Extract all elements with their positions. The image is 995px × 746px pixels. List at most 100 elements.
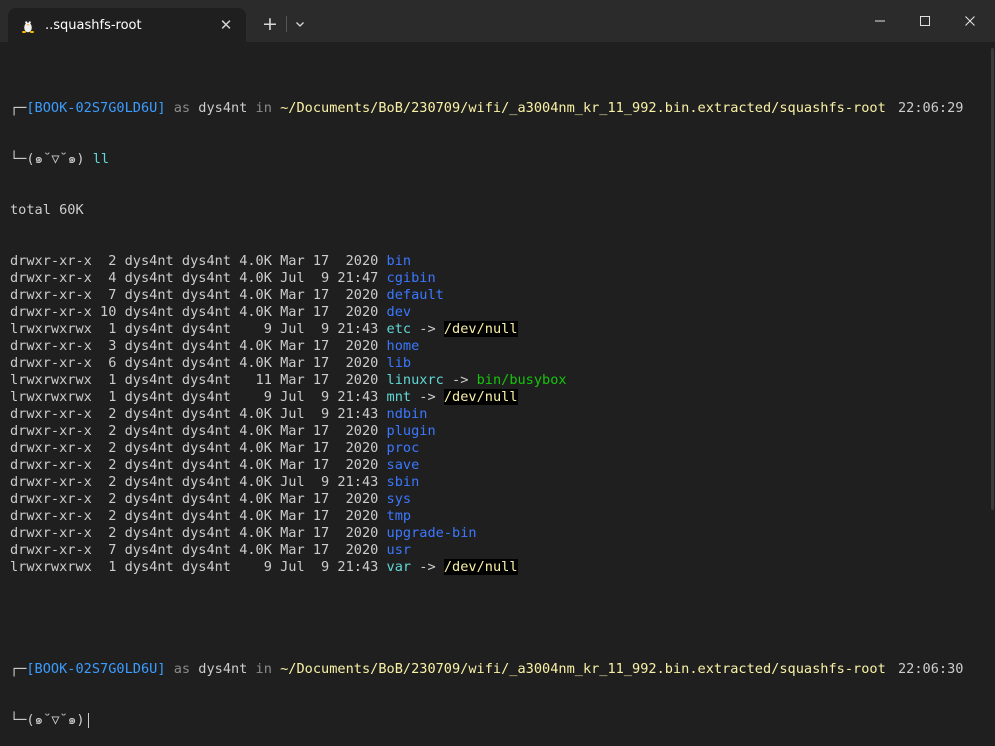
ls-size: 9: [239, 321, 272, 337]
ls-links: 2: [100, 440, 117, 456]
ls-group: dys4nt: [181, 372, 231, 388]
ls-perm: drwxr-xr-x: [10, 542, 92, 558]
ls-date: Jul 9 21:43: [280, 474, 379, 490]
ls-row: drwxr-xr-x 2 dys4nt dys4nt 4.0K Mar 17 2…: [10, 253, 995, 270]
ls-owner: dys4nt: [124, 270, 174, 286]
ls-perm: drwxr-xr-x: [10, 270, 92, 286]
ls-row: drwxr-xr-x 2 dys4nt dys4nt 4.0K Mar 17 2…: [10, 491, 995, 508]
ls-owner: dys4nt: [124, 474, 174, 490]
ls-size: 4.0K: [239, 457, 272, 473]
ls-date: Mar 17 2020: [280, 508, 379, 524]
ls-name: bin: [386, 253, 412, 269]
ls-name: default: [386, 287, 444, 303]
ls-name: mnt: [386, 389, 412, 405]
terminal-tab[interactable]: ..squashfs-root ✕: [8, 8, 246, 42]
text-cursor: [87, 712, 89, 728]
ls-name: cgibin: [386, 270, 436, 286]
prompt-command: ll: [92, 151, 110, 167]
ls-name: dev: [386, 304, 412, 320]
ls-name: home: [386, 338, 420, 354]
ls-size: 4.0K: [239, 525, 272, 541]
tab-dropdown-button[interactable]: [289, 12, 311, 36]
close-window-button[interactable]: [947, 0, 993, 42]
ls-owner: dys4nt: [124, 542, 174, 558]
ls-size: 9: [239, 389, 272, 405]
ls-size: 4.0K: [239, 406, 272, 422]
ls-name: plugin: [386, 423, 436, 439]
prompt-as: as: [165, 661, 199, 677]
scrollbar[interactable]: [991, 48, 994, 510]
ls-date: Jul 9 21:43: [280, 389, 379, 405]
prompt-host: [BOOK-02S7G0LD6U]: [26, 100, 166, 116]
ls-size: 4.0K: [239, 440, 272, 456]
ls-links: 2: [100, 474, 117, 490]
ls-owner: dys4nt: [124, 440, 174, 456]
ls-group: dys4nt: [181, 287, 231, 303]
ls-owner: dys4nt: [124, 355, 174, 371]
total-line: total 60K: [10, 202, 84, 218]
ls-date: Mar 17 2020: [280, 440, 379, 456]
ls-group: dys4nt: [181, 508, 231, 524]
ls-row: drwxr-xr-x 2 dys4nt dys4nt 4.0K Mar 17 2…: [10, 423, 995, 440]
ls-perm: drwxr-xr-x: [10, 253, 92, 269]
minimize-button[interactable]: [857, 0, 903, 42]
ls-date: Jul 9 21:43: [280, 321, 379, 337]
ls-date: Jul 9 21:47: [280, 270, 379, 286]
maximize-button[interactable]: [902, 0, 948, 42]
ls-owner: dys4nt: [124, 253, 174, 269]
ls-links: 1: [100, 389, 117, 405]
ls-row: drwxr-xr-x 2 dys4nt dys4nt 4.0K Mar 17 2…: [10, 508, 995, 525]
ls-links: 1: [100, 372, 117, 388]
prompt-in: in: [247, 100, 281, 116]
ls-links: 10: [100, 304, 117, 320]
ls-links: 1: [100, 321, 117, 337]
ls-group: dys4nt: [181, 423, 231, 439]
prompt-input-line: └─(๑˘▽˘๑) ll: [10, 151, 995, 168]
prompt-corner: └─: [10, 151, 27, 167]
ls-name: proc: [386, 440, 420, 456]
prompt-path: ~/Documents/BoB/230709/wifi/_a3004nm_kr_…: [280, 100, 886, 116]
ls-group: dys4nt: [181, 525, 231, 541]
ls-size: 4.0K: [239, 423, 272, 439]
ls-perm: lrwxrwxrwx: [10, 559, 92, 575]
prompt-corner: ┌─: [10, 100, 27, 116]
ls-perm: drwxr-xr-x: [10, 508, 92, 524]
ls-row: drwxr-xr-x 4 dys4nt dys4nt 4.0K Jul 9 21…: [10, 270, 995, 287]
ls-row: lrwxrwxrwx 1 dys4nt dys4nt 9 Jul 9 21:43…: [10, 321, 518, 337]
tab-close-icon[interactable]: ✕: [216, 15, 236, 35]
ls-row: drwxr-xr-x 7 dys4nt dys4nt 4.0K Mar 17 2…: [10, 287, 995, 304]
ls-owner: dys4nt: [124, 372, 174, 388]
ls-date: Mar 17 2020: [280, 355, 379, 371]
ls-link-target: /dev/null: [443, 321, 518, 337]
ls-perm: drwxr-xr-x: [10, 423, 92, 439]
ls-size: 4.0K: [239, 491, 272, 507]
penguin-icon: [19, 16, 37, 34]
ls-date: Mar 17 2020: [280, 304, 379, 320]
ls-row: drwxr-xr-x 2 dys4nt dys4nt 4.0K Mar 17 2…: [10, 457, 995, 474]
ls-date: Mar 17 2020: [280, 253, 379, 269]
ls-perm: drwxr-xr-x: [10, 355, 92, 371]
ls-date: Jul 9 21:43: [280, 559, 379, 575]
ls-perm: drwxr-xr-x: [10, 474, 92, 490]
ls-row: drwxr-xr-x 7 dys4nt dys4nt 4.0K Mar 17 2…: [10, 542, 995, 559]
ls-owner: dys4nt: [124, 508, 174, 524]
ls-size: 4.0K: [239, 287, 272, 303]
ls-row: drwxr-xr-x 2 dys4nt dys4nt 4.0K Mar 17 2…: [10, 525, 995, 542]
ls-group: dys4nt: [181, 457, 231, 473]
ls-links: 1: [100, 559, 117, 575]
prompt-face: (๑˘▽˘๑): [26, 151, 85, 167]
ls-name: etc: [386, 321, 412, 337]
ls-group: dys4nt: [181, 355, 231, 371]
ls-owner: dys4nt: [124, 304, 174, 320]
terminal-output[interactable]: ┌─[BOOK-02S7G0LD6U] as dys4nt in ~/Docum…: [10, 66, 995, 746]
ls-link-target: /dev/null: [443, 389, 518, 405]
new-tab-button[interactable]: +: [258, 12, 282, 36]
ls-size: 4.0K: [239, 304, 272, 320]
ls-perm: drwxr-xr-x: [10, 525, 92, 541]
ls-size: 4.0K: [239, 542, 272, 558]
ls-name: usr: [386, 542, 412, 558]
prompt-host: [BOOK-02S7G0LD6U]: [26, 661, 166, 677]
ls-group: dys4nt: [181, 406, 231, 422]
prompt-input-line[interactable]: └─(๑˘▽˘๑): [10, 712, 995, 729]
ls-date: Mar 17 2020: [280, 372, 379, 388]
